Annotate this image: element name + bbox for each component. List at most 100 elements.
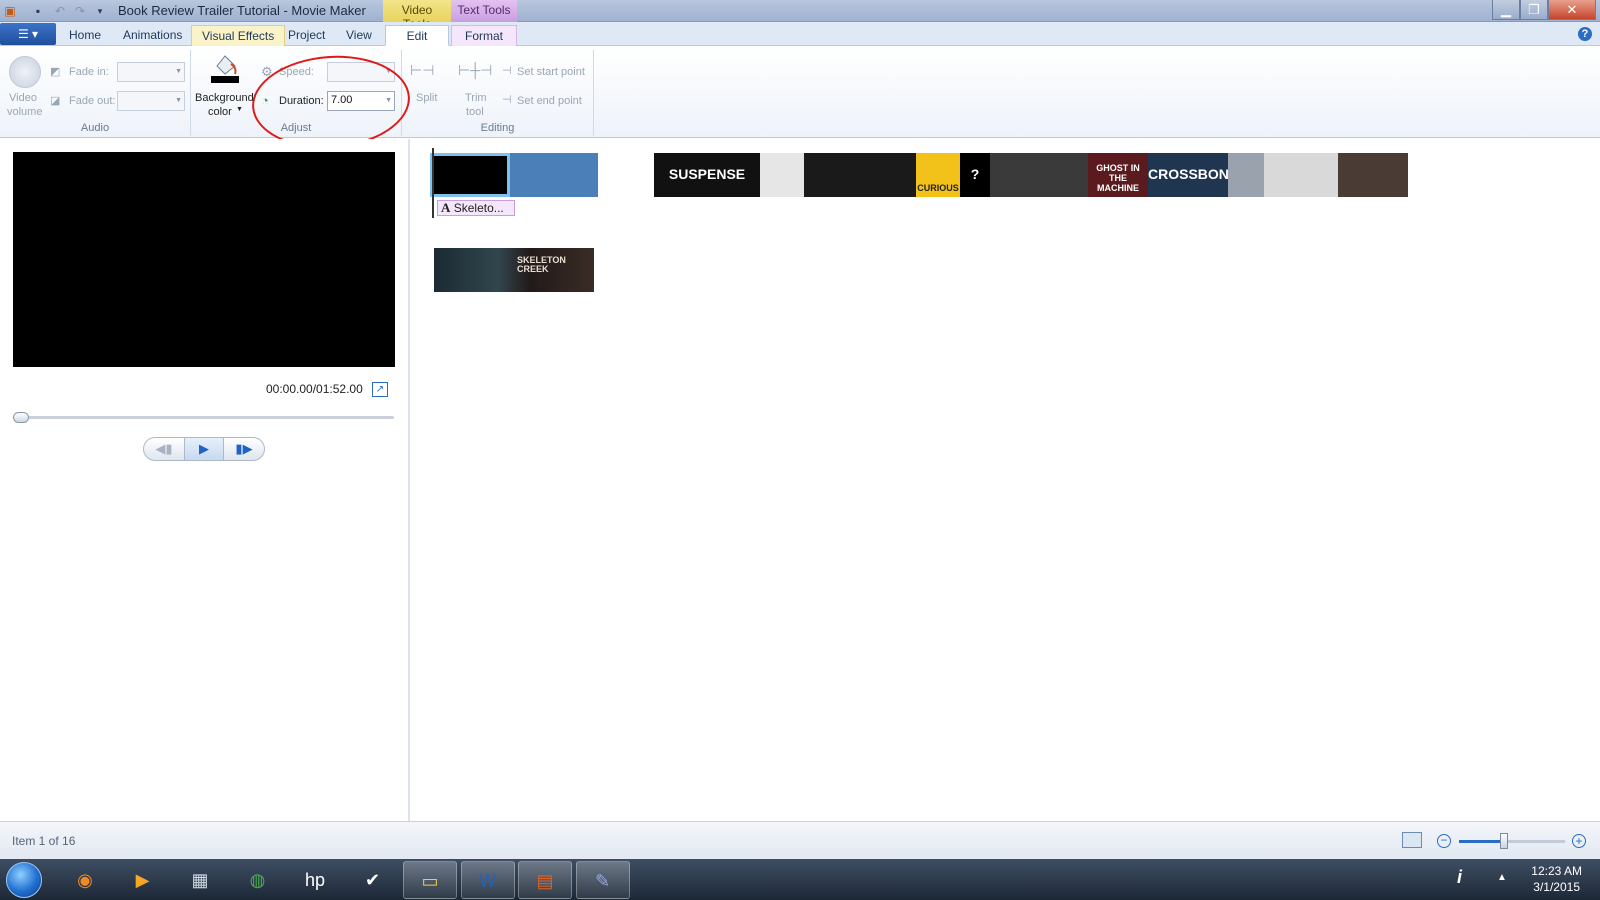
storyboard-clip[interactable] bbox=[1338, 153, 1408, 197]
storyboard-clip[interactable] bbox=[804, 153, 916, 197]
video-preview[interactable] bbox=[13, 152, 395, 367]
tray-icon[interactable]: i bbox=[1457, 867, 1479, 891]
zoom-slider-fill bbox=[1459, 840, 1504, 843]
caption-chip[interactable]: A Skeleto... bbox=[437, 200, 515, 216]
paint-bucket-icon[interactable] bbox=[209, 52, 241, 84]
media-player-icon[interactable]: ▶ bbox=[116, 861, 170, 899]
storyboard-clip[interactable]: SUSPENSE bbox=[654, 153, 760, 197]
background-color-label-line2[interactable]: color bbox=[208, 106, 232, 118]
fullscreen-icon[interactable]: ↗ bbox=[372, 382, 388, 397]
paint-icon[interactable]: ✎ bbox=[575, 861, 630, 899]
editing-group-label: Editing bbox=[480, 122, 515, 134]
zoom-in-icon[interactable]: + bbox=[1572, 834, 1586, 848]
storyboard-clip[interactable]: ? bbox=[960, 153, 990, 197]
storyboard-clip[interactable] bbox=[990, 153, 1088, 197]
check-icon[interactable]: ✔ bbox=[346, 861, 400, 899]
trim-tool-icon[interactable]: ⊢┼⊣ bbox=[458, 62, 492, 79]
storyboard-clip[interactable] bbox=[1228, 153, 1264, 197]
hp-icon[interactable]: hp bbox=[288, 861, 342, 899]
adjust-group-label: Adjust bbox=[280, 122, 312, 134]
text-caption-icon: A bbox=[441, 200, 451, 215]
audio-group: Video volume ◩ Fade in: ▼ ◪ Fade out: ▼ … bbox=[0, 50, 191, 136]
clip-title-text: CURIOUS bbox=[917, 183, 959, 193]
word-icon[interactable]: W bbox=[460, 861, 515, 899]
help-icon[interactable]: ? bbox=[1578, 27, 1592, 41]
tab-view[interactable]: View bbox=[336, 25, 382, 46]
time-display: 00:00.00/01:52.00 bbox=[266, 382, 363, 396]
movie-maker-icon[interactable]: ▤ bbox=[518, 861, 572, 899]
save-icon[interactable]: ▪ bbox=[30, 3, 46, 19]
movie-maker-app-icon: ▣ bbox=[4, 4, 16, 18]
clip-title-text: ? bbox=[970, 166, 980, 182]
duration-clock-icon: ◔ bbox=[261, 93, 269, 108]
previous-frame-icon[interactable]: ◀▮ bbox=[144, 438, 184, 460]
tab-project[interactable]: Project bbox=[278, 25, 335, 46]
maximize-button[interactable]: ❐ bbox=[1520, 0, 1548, 20]
redo-icon[interactable]: ↷ bbox=[72, 3, 88, 19]
background-color-label-line1[interactable]: Background bbox=[195, 92, 254, 104]
storyboard-clip[interactable] bbox=[1264, 153, 1338, 197]
tab-home[interactable]: Home bbox=[59, 25, 111, 46]
clock-time: 12:23 AM bbox=[1531, 864, 1582, 878]
next-frame-icon[interactable]: ▮▶ bbox=[224, 438, 264, 460]
tray-expand-icon[interactable]: ▲ bbox=[1497, 872, 1507, 883]
trim-tool-label-line2[interactable]: tool bbox=[466, 106, 484, 118]
firefox-icon[interactable]: ◉ bbox=[58, 861, 112, 899]
chrome-icon[interactable]: ◍ bbox=[231, 861, 285, 899]
tab-format[interactable]: Format bbox=[451, 25, 517, 46]
thumbnail-size-icon[interactable] bbox=[1402, 832, 1422, 848]
fade-out-dropdown[interactable]: ▼ bbox=[117, 91, 185, 111]
video-tools-context-header: Video Tools bbox=[383, 0, 451, 31]
undo-icon[interactable]: ↶ bbox=[52, 3, 68, 19]
video-volume-label-line2: volume bbox=[7, 106, 43, 118]
fade-out-icon: ◪ bbox=[50, 95, 61, 107]
chevron-down-icon[interactable]: ▼ bbox=[236, 106, 243, 113]
tab-animations[interactable]: Animations bbox=[113, 25, 192, 46]
play-icon[interactable]: ▶ bbox=[184, 438, 224, 460]
chevron-down-icon[interactable]: ▼ bbox=[385, 97, 392, 104]
music-clip-label: SKELETON CREEK bbox=[517, 255, 566, 274]
clip-title-text: CROSSBONES bbox=[1148, 166, 1228, 182]
clock[interactable]: 12:23 AM 3/1/2015 bbox=[1531, 863, 1582, 895]
music-clip[interactable]: SKELETON CREEK bbox=[434, 248, 594, 292]
explorer-icon[interactable]: ▭ bbox=[403, 861, 457, 899]
storyboard-clip[interactable]: CURIOUS bbox=[916, 153, 960, 197]
playhead[interactable] bbox=[432, 148, 434, 218]
storyboard-clip[interactable]: GHOST IN THE MACHINE bbox=[1088, 153, 1148, 197]
storyboard-clip[interactable] bbox=[598, 153, 654, 197]
set-start-point-icon: ⊣ bbox=[502, 65, 512, 77]
close-button[interactable]: ✕ bbox=[1548, 0, 1596, 20]
taskbar: ◉ ▶ ▦ ◍ hp ✔ ▭ W ▤ ✎ i ▲ 12:23 AM 3/1/2015 bbox=[0, 859, 1600, 900]
duration-value[interactable]: 7.00 bbox=[331, 94, 352, 106]
fade-in-dropdown[interactable]: ▼ bbox=[117, 62, 185, 82]
video-volume-icon[interactable] bbox=[9, 56, 41, 88]
fade-in-icon: ◩ bbox=[50, 66, 61, 78]
seek-bar[interactable] bbox=[14, 416, 394, 419]
split-label[interactable]: Split bbox=[416, 92, 437, 104]
speed-label: Speed: bbox=[279, 66, 314, 78]
storyboard-clip[interactable] bbox=[510, 153, 598, 197]
split-icon[interactable]: ⊢⊣ bbox=[410, 62, 434, 79]
storyboard-clip[interactable] bbox=[430, 153, 510, 197]
clip-strip: SUSPENSE CURIOUS? GHOST IN THE MACHINE CROS… bbox=[430, 153, 1550, 197]
clip-title-text: GHOST IN THE MACHINE bbox=[1096, 163, 1140, 193]
storyboard-clip[interactable] bbox=[760, 153, 804, 197]
zoom-slider-thumb[interactable] bbox=[1499, 833, 1508, 849]
calculator-icon[interactable]: ▦ bbox=[173, 861, 227, 899]
set-end-point-icon: ⊣ bbox=[502, 94, 512, 106]
set-end-point-button[interactable]: Set end point bbox=[517, 95, 582, 107]
seek-thumb[interactable] bbox=[13, 412, 29, 423]
ribbon-panel: Video volume ◩ Fade in: ▼ ◪ Fade out: ▼ … bbox=[0, 46, 1600, 138]
start-button[interactable] bbox=[6, 862, 42, 898]
duration-dropdown[interactable]: 7.00 ▼ bbox=[327, 91, 395, 111]
set-start-point-button[interactable]: Set start point bbox=[517, 66, 585, 78]
customize-qat-icon[interactable]: ▾ bbox=[92, 3, 108, 19]
speed-dropdown[interactable]: ▼ bbox=[327, 62, 395, 82]
tab-edit[interactable]: Edit bbox=[385, 25, 449, 46]
storyboard-clip[interactable]: CROSSBONES bbox=[1148, 153, 1228, 197]
trim-tool-label-line1[interactable]: Trim bbox=[465, 92, 487, 104]
zoom-out-icon[interactable]: − bbox=[1437, 834, 1451, 848]
application-menu-button[interactable]: ☰ ▾ bbox=[0, 23, 56, 45]
tab-visual-effects[interactable]: Visual Effects bbox=[191, 25, 286, 46]
minimize-button[interactable]: ▁ bbox=[1492, 0, 1520, 20]
